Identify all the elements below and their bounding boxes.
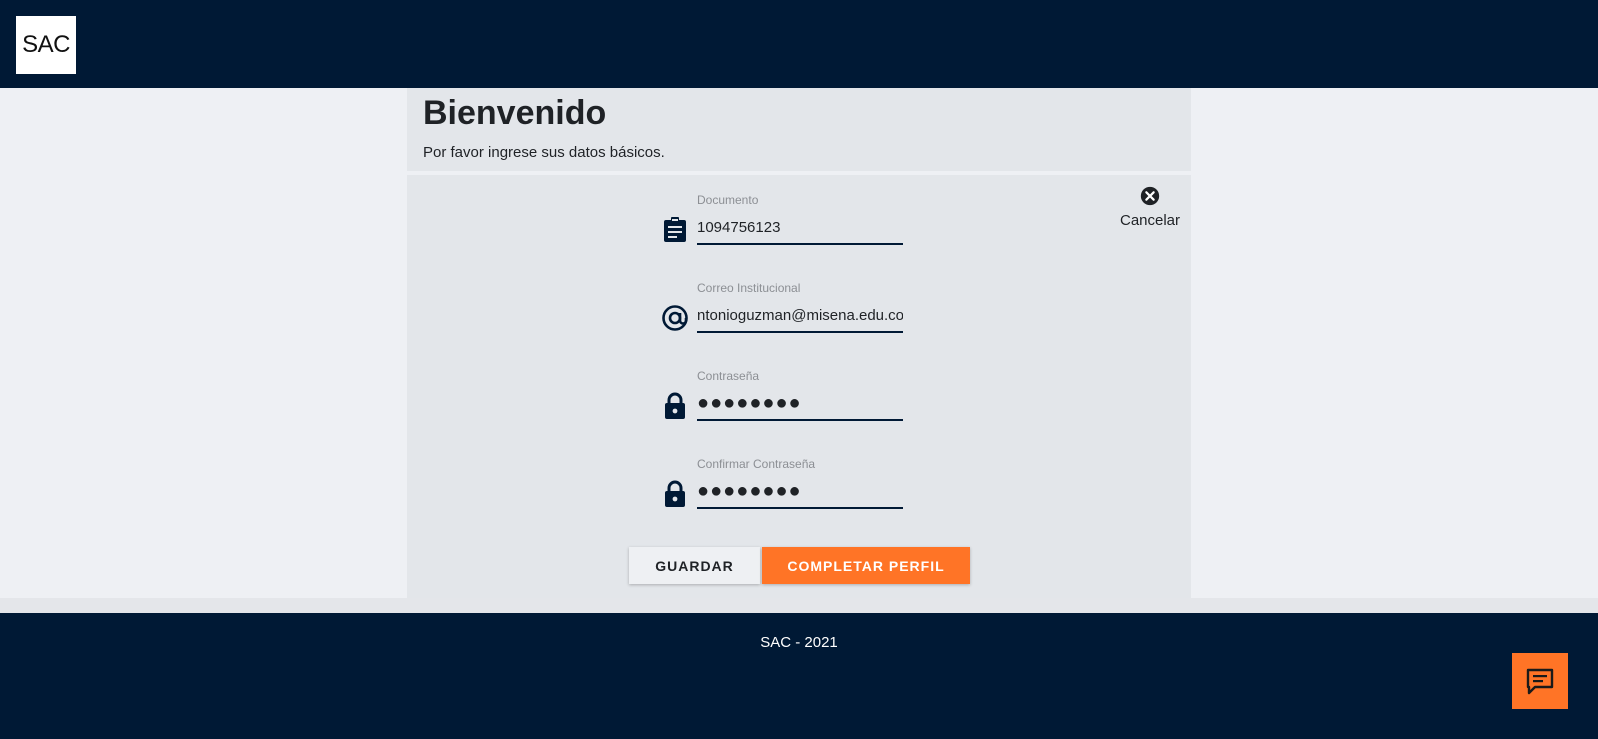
chat-icon <box>1526 668 1554 695</box>
page-subtitle: Por favor ingrese sus datos básicos. <box>423 144 665 161</box>
email-label: Correo Institucional <box>697 281 801 295</box>
cancel-label: Cancelar <box>1119 212 1181 229</box>
password-input[interactable] <box>697 387 903 421</box>
profile-form: Cancelar Documento Correo Instituciona <box>407 175 1191 598</box>
document-field: Documento <box>661 193 911 255</box>
password-label: Contraseña <box>697 369 760 383</box>
password-field: Contraseña <box>661 369 911 431</box>
complete-profile-button[interactable]: COMPLETAR PERFIL <box>762 547 970 584</box>
footer: SAC - 2021 <box>0 613 1598 739</box>
confirm-password-input[interactable] <box>697 475 903 509</box>
cancel-button[interactable]: Cancelar <box>1115 185 1185 229</box>
footer-divider <box>0 598 1598 613</box>
document-input[interactable] <box>697 211 903 245</box>
save-button[interactable]: GUARDAR <box>629 547 760 584</box>
form-actions: GUARDAR COMPLETAR PERFIL <box>629 547 970 584</box>
email-input[interactable] <box>697 299 903 333</box>
page-title: Bienvenido <box>423 94 607 132</box>
logo[interactable]: SAC <box>16 16 76 74</box>
clipboard-icon <box>661 216 689 244</box>
footer-text: SAC - 2021 <box>760 634 838 651</box>
welcome-header: Bienvenido Por favor ingrese sus datos b… <box>407 88 1191 171</box>
confirm-password-label: Confirmar Contraseña <box>697 457 816 471</box>
lock-icon <box>661 392 689 420</box>
document-label: Documento <box>697 193 759 207</box>
close-circle-icon <box>1140 186 1160 206</box>
confirm-password-field: Confirmar Contraseña <box>661 457 911 519</box>
lock-icon <box>661 480 689 508</box>
at-sign-icon <box>661 304 689 332</box>
chat-button[interactable] <box>1512 653 1568 709</box>
email-field: Correo Institucional <box>661 281 911 343</box>
top-bar: SAC <box>0 0 1598 88</box>
